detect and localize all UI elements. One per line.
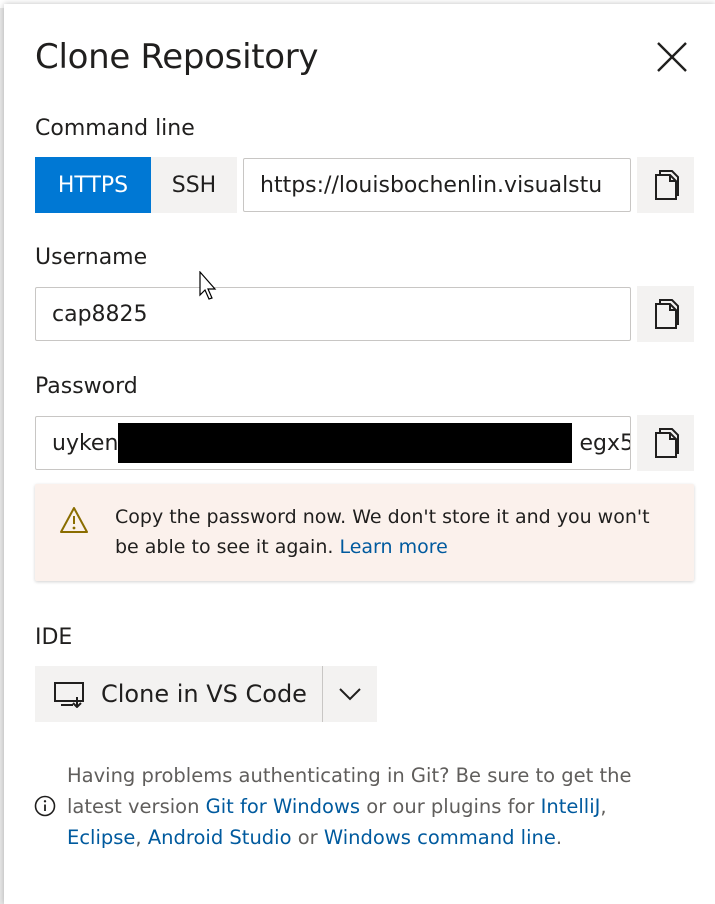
command-line-label: Command line [35,116,195,141]
help-text: Having problems authenticating in Git? B… [67,764,632,849]
clone-url-field[interactable]: https://louisbochenlin.visualstu [243,158,631,212]
mouse-cursor-icon [199,271,217,300]
learn-more-link[interactable]: Learn more [339,536,447,558]
warning-text: Copy the password now. We don't store it… [115,502,675,562]
android-studio-link[interactable]: Android Studio [148,826,292,849]
copy-url-button[interactable] [637,157,694,213]
password-label: Password [35,374,138,399]
username-field[interactable]: cap8825 [35,287,631,341]
git-for-windows-link[interactable]: Git for Windows [206,795,360,818]
username-label: Username [35,245,148,270]
close-button[interactable] [654,39,690,75]
close-icon [657,42,687,72]
chevron-down-icon [339,688,361,701]
warning-icon [60,507,88,533]
info-icon [34,795,56,817]
password-warning: Copy the password now. We don't store it… [35,484,694,581]
clone-button-label: Clone in VS Code [101,680,307,708]
password-field[interactable]: uyken egx5 [35,416,631,470]
copy-icon [654,299,679,329]
clone-repository-dialog: Clone Repository Command line HTTPS SSH … [4,4,715,904]
ide-label: IDE [35,625,73,650]
copy-icon [654,170,679,200]
windows-command-line-link[interactable]: Windows command line [324,826,556,849]
help-text-part-3: or [297,826,318,849]
copy-username-button[interactable] [637,286,694,342]
ide-dropdown-button[interactable] [323,666,377,722]
eclipse-link[interactable]: Eclipse [67,826,135,849]
intellij-link[interactable]: IntelliJ [541,795,601,818]
password-value-end: egx5 [579,430,631,456]
clone-url-text: https://louisbochenlin.visualstu [260,172,603,198]
redaction-bar [118,423,572,463]
monitor-icon [53,680,87,708]
help-text-part-2: or our plugins for [366,795,535,818]
https-tab[interactable]: HTTPS [35,157,151,213]
password-value-start: uyken [52,430,119,456]
username-value: cap8825 [52,301,148,327]
dialog-title: Clone Repository [35,37,319,77]
ssh-tab[interactable]: SSH [151,157,237,213]
copy-password-button[interactable] [637,415,694,471]
protocol-toggle: HTTPS SSH [35,157,237,213]
clone-in-vscode-button[interactable]: Clone in VS Code [35,666,322,722]
copy-icon [654,428,679,458]
